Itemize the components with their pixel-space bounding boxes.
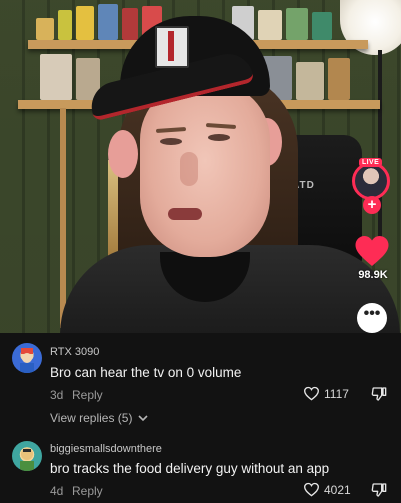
person-nose [180, 152, 198, 186]
lamp-pole [378, 50, 382, 250]
avatar-figure-icon [20, 348, 34, 373]
thumbs-down-icon [371, 483, 387, 497]
comment-like-count: 4021 [324, 482, 351, 497]
collectible-box [312, 12, 332, 40]
comment-item: biggiesmallsdownthere bro tracks the foo… [0, 433, 401, 500]
commenter-avatar[interactable] [12, 343, 42, 373]
more-options-icon[interactable]: ••• [357, 303, 387, 333]
collectible-box [328, 58, 350, 100]
live-creator-avatar[interactable] [352, 162, 390, 200]
collectible-box [296, 62, 324, 100]
person-mouth [168, 208, 202, 220]
comment-text: Bro can hear the tv on 0 volume [50, 365, 242, 380]
comment-age: 3d [50, 388, 64, 402]
comment-text: bro tracks the food delivery guy without… [50, 461, 330, 476]
cap-patch [155, 26, 189, 68]
like-count: 98.9K [358, 269, 388, 281]
live-video-frame[interactable]: ATD LIVE + 98.9K ••• [0, 0, 401, 333]
shelf-post [60, 108, 66, 328]
avatar-figure-icon [20, 448, 34, 471]
collectible-box [122, 8, 138, 40]
chevron-down-icon [138, 415, 148, 422]
follow-plus-icon[interactable]: + [363, 196, 381, 214]
collectible-box [98, 4, 118, 40]
comment-age: 4d [50, 484, 64, 498]
collectible-box [40, 54, 72, 100]
dislike-button[interactable] [371, 386, 387, 402]
view-replies-label: View replies (5) [50, 411, 133, 425]
like-button[interactable] [354, 234, 390, 268]
comment-like-count: 1117 [324, 386, 349, 401]
comment-like-button[interactable]: 1117 [303, 386, 349, 401]
thumbs-down-icon [371, 387, 387, 401]
comment-username[interactable]: biggiesmallsdownthere [50, 443, 162, 455]
live-badge: LIVE [359, 158, 383, 167]
comment-section: RTX 3090 Bro can hear the tv on 0 volume… [0, 333, 401, 500]
collectible-box [76, 6, 94, 40]
collectible-box [258, 10, 282, 40]
person-ear-left [108, 130, 138, 178]
heart-icon [355, 236, 389, 266]
collectible-box [286, 8, 308, 40]
reply-button[interactable]: Reply [72, 484, 103, 498]
comment-item: RTX 3090 Bro can hear the tv on 0 volume… [0, 333, 401, 433]
collectible-box [58, 10, 72, 40]
heart-outline-icon [303, 482, 320, 497]
comment-username[interactable]: RTX 3090 [50, 346, 99, 358]
commenter-avatar[interactable] [12, 441, 42, 471]
view-replies-link[interactable]: View replies (5) [50, 411, 148, 425]
dislike-button[interactable] [371, 482, 387, 498]
heart-outline-icon [303, 386, 320, 401]
comment-like-button[interactable]: 4021 [303, 482, 351, 497]
reply-button[interactable]: Reply [72, 388, 103, 402]
person-eye [208, 134, 230, 141]
collectible-box [36, 18, 54, 40]
person-face [140, 82, 270, 257]
person-eye [160, 138, 182, 145]
